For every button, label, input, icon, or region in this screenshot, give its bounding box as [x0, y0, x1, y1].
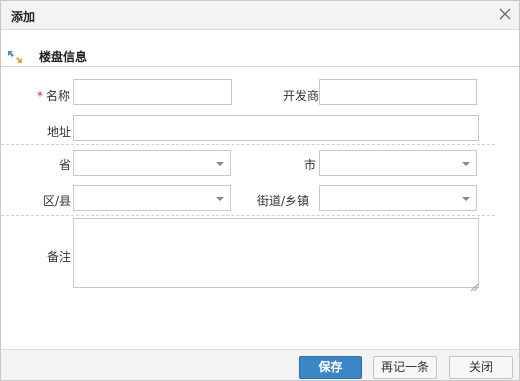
name-label: * 名称 — [37, 87, 70, 104]
dialog-title: 添加 — [11, 10, 36, 24]
resize-grip-icon[interactable] — [470, 280, 479, 292]
street-label: 街道/乡镇 — [257, 194, 310, 208]
remark-label: 备注 — [47, 250, 72, 264]
address-label: 地址 — [47, 125, 72, 139]
dialog-titlebar: 添加 — [1, 1, 519, 30]
chevron-down-icon — [216, 162, 224, 166]
developer-input[interactable] — [319, 79, 477, 105]
remark-textarea[interactable] — [73, 218, 479, 288]
required-mark: * — [37, 89, 43, 103]
save-button[interactable]: 保存 — [299, 356, 362, 379]
divider — [1, 215, 495, 216]
street-select[interactable] — [319, 185, 477, 211]
address-input[interactable] — [73, 115, 479, 141]
province-label: 省 — [59, 158, 72, 172]
chevron-down-icon — [462, 197, 470, 201]
dialog-footer — [1, 349, 519, 380]
district-label: 区/县 — [43, 194, 72, 208]
city-select[interactable] — [319, 150, 477, 176]
name-input[interactable] — [73, 79, 232, 105]
divider — [1, 144, 495, 145]
add-dialog: 添加 楼盘信息 * 名称 开发商 地址 省 市 区/县 街道/乡镇 备注 保存 … — [0, 0, 520, 381]
section-title: 楼盘信息 — [39, 50, 88, 64]
province-select[interactable] — [73, 150, 231, 176]
section-header: 楼盘信息 — [1, 41, 519, 67]
chevron-down-icon — [216, 197, 224, 201]
name-label-text: 名称 — [46, 89, 71, 103]
city-label: 市 — [304, 158, 317, 172]
close-icon[interactable] — [497, 6, 513, 22]
developer-label: 开发商 — [283, 89, 320, 103]
chevron-down-icon — [462, 162, 470, 166]
close-button[interactable]: 关闭 — [449, 356, 513, 379]
district-select[interactable] — [73, 185, 231, 211]
expand-arrows-icon — [7, 50, 23, 64]
save-and-add-another-button[interactable]: 再记一条 — [373, 356, 437, 379]
